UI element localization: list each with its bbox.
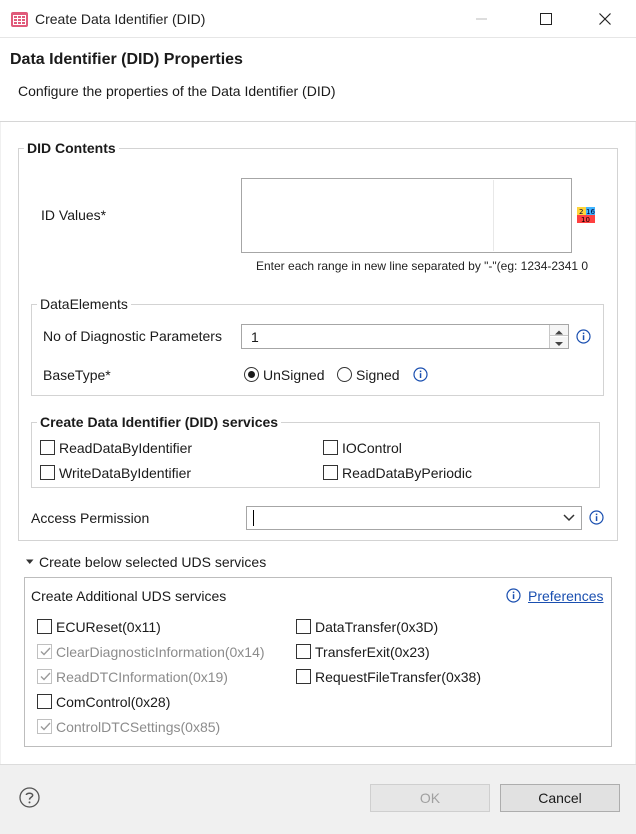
io-control-checkbox[interactable] — [323, 440, 338, 455]
num-params-spinner[interactable]: 1 — [241, 324, 569, 349]
access-permission-combo[interactable] — [246, 506, 582, 530]
spinner-down-button[interactable] — [550, 337, 568, 348]
chevron-down-icon — [563, 514, 575, 522]
id-values-textarea[interactable] — [241, 178, 572, 253]
data-elements-legend: DataElements — [37, 296, 131, 312]
preferences-link[interactable]: Preferences — [528, 588, 603, 604]
signed-radio-label[interactable]: Signed — [356, 367, 400, 383]
io-control-label[interactable]: IOControl — [342, 440, 402, 456]
hex-dec-bottom: 10 — [581, 216, 590, 223]
checkmark-icon — [40, 647, 51, 656]
hex-dec-top2: 16 — [586, 208, 595, 216]
hex-dec-toggle-icon[interactable]: 2 16 10 — [577, 207, 595, 223]
clear-diagnostic-information-label: ClearDiagnosticInformation(0x14) — [56, 644, 265, 660]
signed-radio[interactable] — [337, 367, 352, 382]
hex-dec-top1: 2 — [579, 208, 583, 216]
textarea-column-separator — [493, 180, 494, 251]
read-dtc-information-label: ReadDTCInformation(0x19) — [56, 669, 228, 685]
minimize-button[interactable] — [459, 4, 505, 34]
write-data-by-identifier-checkbox[interactable] — [40, 465, 55, 480]
data-transfer-checkbox[interactable] — [296, 619, 311, 634]
uds-panel-title: Create Additional UDS services — [31, 588, 227, 604]
transfer-exit-checkbox[interactable] — [296, 644, 311, 659]
minimize-icon — [476, 18, 487, 20]
triangle-down-icon — [555, 342, 563, 346]
close-icon — [599, 13, 611, 25]
id-values-hint: Enter each range in new line separated b… — [256, 259, 589, 273]
page-title: Data Identifier (DID) Properties — [10, 51, 243, 68]
calendar-grid-icon — [11, 12, 28, 27]
num-params-value: 1 — [251, 329, 259, 345]
preferences-info-icon[interactable] — [506, 588, 521, 603]
spinner-arrows — [549, 325, 568, 348]
num-params-info-icon[interactable] — [576, 329, 591, 344]
spinner-up-button[interactable] — [550, 325, 568, 336]
data-transfer-label[interactable]: DataTransfer(0x3D) — [315, 619, 438, 635]
com-control-checkbox[interactable] — [37, 694, 52, 709]
text-caret — [253, 510, 254, 526]
control-dtc-settings-label: ControlDTCSettings(0x85) — [56, 719, 221, 735]
unsigned-radio-label[interactable]: UnSigned — [263, 367, 325, 383]
base-type-info-icon[interactable] — [413, 367, 428, 382]
transfer-exit-label[interactable]: TransferExit(0x23) — [315, 644, 430, 660]
access-permission-info-icon[interactable] — [589, 510, 604, 525]
ok-button[interactable]: OK — [370, 784, 490, 812]
did-contents-legend: DID Contents — [24, 140, 119, 156]
com-control-label[interactable]: ComControl(0x28) — [56, 694, 170, 710]
ecu-reset-label[interactable]: ECUReset(0x11) — [56, 619, 161, 635]
maximize-icon — [540, 13, 552, 25]
read-dtc-information-checkbox — [37, 669, 52, 684]
maximize-button[interactable] — [523, 4, 569, 34]
write-data-by-identifier-label[interactable]: WriteDataByIdentifier — [59, 465, 191, 481]
read-data-by-periodic-label[interactable]: ReadDataByPeriodic — [342, 465, 472, 481]
expand-triangle-icon[interactable] — [25, 558, 35, 566]
num-params-label: No of Diagnostic Parameters — [43, 328, 222, 344]
checkmark-icon — [40, 722, 51, 731]
cancel-button[interactable]: Cancel — [500, 784, 620, 812]
base-type-label: BaseType* — [43, 367, 111, 383]
request-file-transfer-label[interactable]: RequestFileTransfer(0x38) — [315, 669, 481, 685]
control-dtc-settings-checkbox — [37, 719, 52, 734]
ecu-reset-checkbox[interactable] — [37, 619, 52, 634]
read-data-by-identifier-checkbox[interactable] — [40, 440, 55, 455]
access-permission-label: Access Permission — [31, 510, 150, 526]
did-services-legend: Create Data Identifier (DID) services — [37, 414, 282, 430]
page-subtitle: Configure the properties of the Data Ide… — [18, 83, 336, 99]
window-title: Create Data Identifier (DID) — [35, 11, 206, 27]
close-button[interactable] — [582, 4, 628, 34]
read-data-by-periodic-checkbox[interactable] — [323, 465, 338, 480]
request-file-transfer-checkbox[interactable] — [296, 669, 311, 684]
clear-diagnostic-information-checkbox — [37, 644, 52, 659]
unsigned-radio[interactable] — [244, 367, 259, 382]
checkmark-icon — [40, 672, 51, 681]
uds-expander-label[interactable]: Create below selected UDS services — [39, 554, 266, 570]
help-icon[interactable] — [19, 787, 40, 808]
id-values-label: ID Values* — [41, 207, 107, 223]
read-data-by-identifier-label[interactable]: ReadDataByIdentifier — [59, 440, 192, 456]
